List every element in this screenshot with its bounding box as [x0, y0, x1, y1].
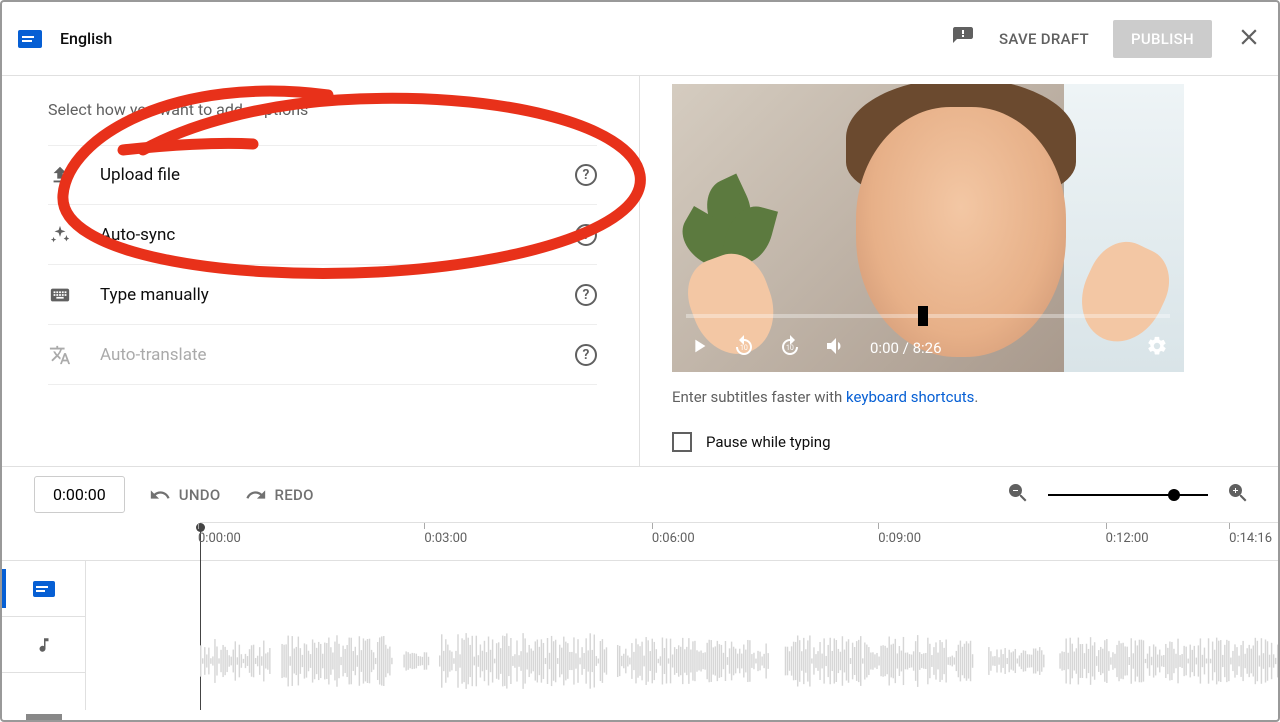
- captions-icon: [33, 581, 55, 597]
- svg-text:10: 10: [786, 344, 794, 352]
- option-label: Auto-sync: [100, 225, 547, 245]
- ruler-tick: 0:12:00: [1106, 531, 1149, 546]
- close-icon[interactable]: [1236, 24, 1262, 54]
- sparkle-icon: [48, 224, 72, 246]
- feedback-icon[interactable]: [951, 25, 975, 53]
- video-progress-bar[interactable]: [686, 314, 1170, 318]
- instruction-text: Select how you want to add captions: [48, 100, 597, 119]
- pause-while-typing-label: Pause while typing: [706, 433, 831, 451]
- option-upload-file[interactable]: Upload file ?: [48, 145, 597, 205]
- option-auto-sync[interactable]: Auto-sync ?: [48, 205, 597, 265]
- zoom-slider[interactable]: [1048, 494, 1208, 496]
- keyboard-shortcuts-hint: Enter subtitles faster with keyboard sho…: [672, 388, 1222, 406]
- option-auto-translate: Auto-translate ?: [48, 325, 597, 385]
- play-icon[interactable]: [688, 335, 710, 361]
- option-type-manually[interactable]: Type manually ?: [48, 265, 597, 325]
- captions-icon: [18, 30, 42, 48]
- save-draft-button[interactable]: SAVE DRAFT: [999, 30, 1089, 48]
- option-label: Auto-translate: [100, 345, 547, 365]
- option-label: Type manually: [100, 285, 547, 305]
- undo-button[interactable]: UNDO: [149, 484, 221, 506]
- option-label: Upload file: [100, 165, 547, 185]
- ruler-tick: 0:03:00: [424, 531, 467, 546]
- keyboard-icon: [48, 284, 72, 306]
- timecode-input[interactable]: 0:00:00: [34, 476, 125, 513]
- ruler-tick: 0:00:00: [198, 531, 241, 546]
- audio-track-tab[interactable]: [2, 617, 85, 673]
- translate-icon: [48, 344, 72, 366]
- audio-waveform: [200, 631, 1278, 691]
- volume-icon[interactable]: [824, 334, 848, 362]
- help-icon[interactable]: ?: [575, 164, 597, 186]
- video-controls: 10 10 0:00 / 8:26: [672, 324, 1184, 372]
- zoom-out-icon[interactable]: [1006, 481, 1030, 509]
- ruler-tick: 0:14:16: [1229, 531, 1272, 546]
- help-icon[interactable]: ?: [575, 344, 597, 366]
- music-note-icon: [35, 634, 53, 656]
- caption-method-panel: Select how you want to add captions Uplo…: [2, 76, 640, 466]
- dialog-header: English SAVE DRAFT PUBLISH: [2, 2, 1278, 76]
- upload-icon: [48, 164, 72, 186]
- ruler-tick: 0:09:00: [878, 531, 921, 546]
- help-icon[interactable]: ?: [575, 284, 597, 306]
- language-title: English: [60, 29, 112, 48]
- timeline-ruler[interactable]: 0:00:00 0:03:00 0:06:00 0:09:00 0:12:00 0:14:…: [200, 522, 1278, 560]
- ruler-tick: 0:06:00: [652, 531, 695, 546]
- svg-text:10: 10: [740, 344, 748, 352]
- timeline-toolbar: 0:00:00 UNDO REDO: [2, 466, 1278, 522]
- zoom-in-icon[interactable]: [1226, 481, 1250, 509]
- caption-method-list: Upload file ? Auto-sync ? Type manually …: [48, 145, 597, 385]
- pause-while-typing-checkbox[interactable]: [672, 432, 692, 452]
- help-icon[interactable]: ?: [575, 224, 597, 246]
- redo-button[interactable]: REDO: [245, 484, 314, 506]
- timeline-tracks[interactable]: [86, 561, 1278, 710]
- forward-10-icon[interactable]: 10: [778, 334, 802, 362]
- settings-gear-icon[interactable]: [1146, 335, 1168, 361]
- video-player[interactable]: 10 10 0:00 / 8:26: [672, 84, 1184, 372]
- captions-track-tab[interactable]: [2, 561, 85, 617]
- keyboard-shortcuts-link[interactable]: keyboard shortcuts: [846, 388, 974, 406]
- video-time: 0:00 / 8:26: [870, 339, 942, 357]
- rewind-10-icon[interactable]: 10: [732, 334, 756, 362]
- publish-button[interactable]: PUBLISH: [1113, 20, 1212, 58]
